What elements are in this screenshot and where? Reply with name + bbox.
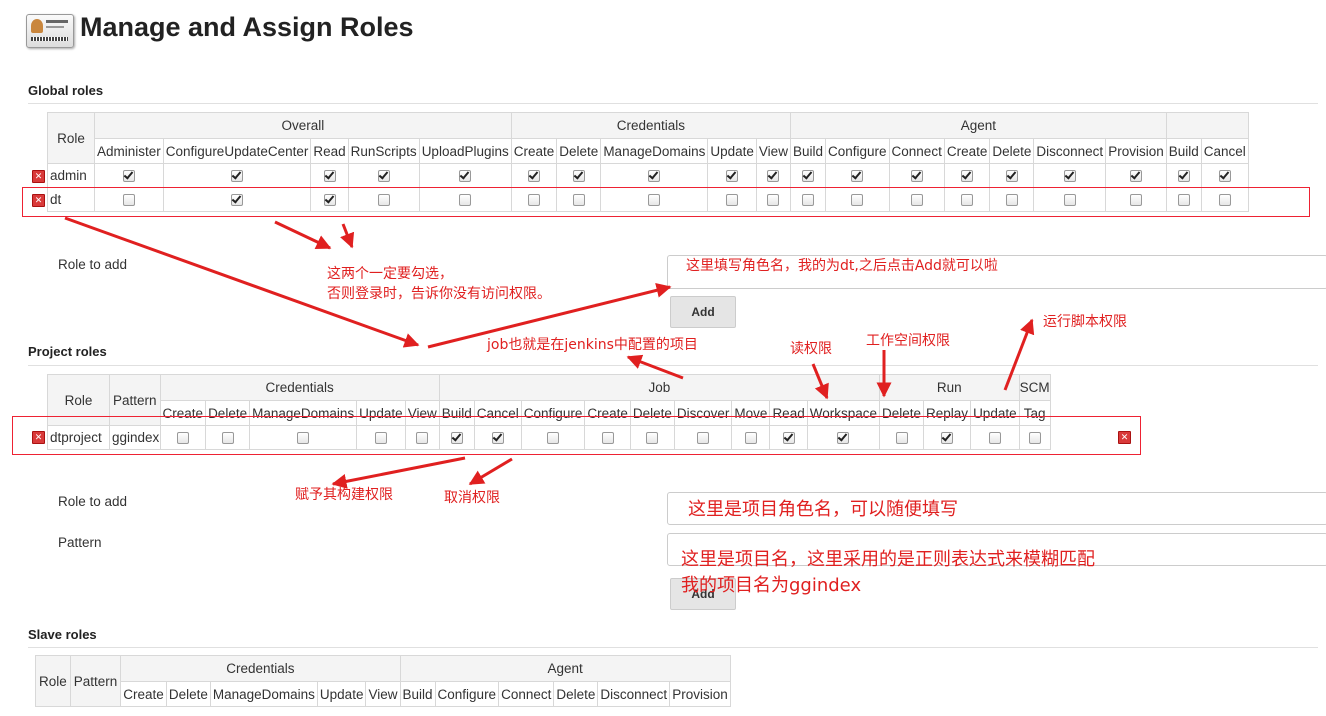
- annotation-must-check-line1: 这两个一定要勾选，: [327, 266, 453, 282]
- annotation-must-check: 这两个一定要勾选， 否则登录时，告诉你没有访问权限。: [327, 264, 551, 304]
- arrow-read: [811, 363, 829, 400]
- annotation-project-name-example: 我的项目名为ggindex: [681, 575, 862, 596]
- arrow-job: [626, 354, 684, 380]
- annotation-project-name: 这里是项目名，这里采用的是正则表达式来模糊匹配: [681, 549, 1095, 570]
- annotation-project-role: 这里是项目角色名，可以随便填写: [688, 499, 958, 520]
- arrow-check-2: [340, 223, 355, 249]
- arrow-check-1: [274, 220, 332, 250]
- arrow-cancel: [468, 457, 513, 486]
- annotation-arrows: [64, 216, 1035, 489]
- annotation-run-script: 运行脚本权限: [1043, 314, 1127, 330]
- annotation-must-check-line2: 否则登录时，告诉你没有访问权限。: [327, 286, 551, 302]
- annotation-role-name: 这里填写角色名，我的为dt,之后点击Add就可以啦: [686, 258, 998, 274]
- annotation-build: 赋予其构建权限: [295, 487, 393, 503]
- annotation-read: 读权限: [790, 341, 832, 357]
- annotation-job: job也就是在jenkins中配置的项目: [487, 337, 698, 353]
- annotation-cancel: 取消权限: [444, 490, 500, 506]
- annotation-workspace: 工作空间权限: [866, 333, 950, 349]
- arrow-build: [331, 456, 466, 489]
- arrow-run-script: [1003, 318, 1035, 391]
